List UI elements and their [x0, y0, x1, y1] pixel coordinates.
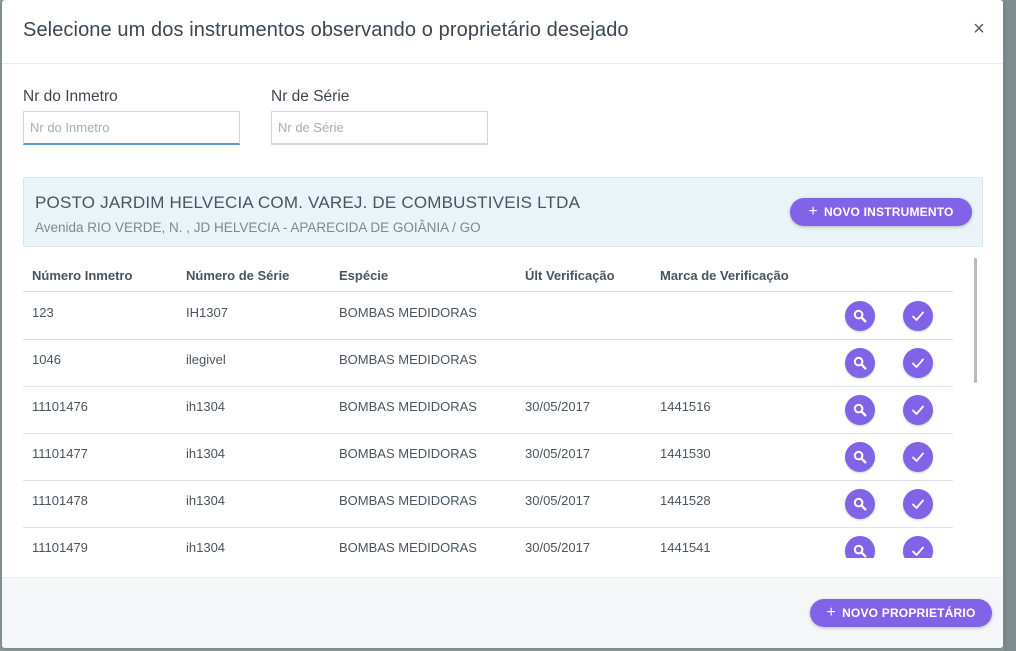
new-owner-button[interactable]: + NOVO PROPRIETÁRIO — [810, 599, 992, 627]
scrollbar-thumb[interactable] — [974, 258, 977, 383]
cell-especie: BOMBAS MEDIDORAS — [339, 399, 477, 414]
check-icon[interactable] — [903, 489, 933, 519]
inmetro-input[interactable] — [23, 111, 240, 145]
close-icon[interactable]: × — [968, 18, 990, 40]
cell-inmetro: 1046 — [32, 352, 61, 367]
instruments-table: Número Inmetro Número de Série Espécie Ú… — [23, 258, 983, 558]
search-icon[interactable] — [845, 442, 875, 472]
header-marca: Marca de Verificação — [660, 268, 789, 283]
owner-name: POSTO JARDIM HELVECIA COM. VAREJ. DE COM… — [35, 193, 581, 212]
cell-marca: 1441516 — [660, 399, 711, 414]
search-icon[interactable] — [845, 348, 875, 378]
search-icon[interactable] — [845, 489, 875, 519]
header-especie: Espécie — [339, 268, 389, 283]
owner-panel: POSTO JARDIM HELVECIA COM. VAREJ. DE COM… — [23, 177, 983, 247]
cell-especie: BOMBAS MEDIDORAS — [339, 493, 477, 508]
select-instrument-modal: Selecione um dos instrumentos observando… — [2, 0, 1003, 648]
modal-header: Selecione um dos instrumentos observando… — [2, 0, 1003, 64]
cell-especie: BOMBAS MEDIDORAS — [339, 352, 477, 367]
serie-label: Nr de Série — [271, 88, 350, 105]
header-serie: Número de Série — [186, 268, 290, 283]
search-icon[interactable] — [845, 301, 875, 331]
new-instrument-button[interactable]: + NOVO INSTRUMENTO — [790, 198, 972, 226]
cell-serie: ih1304 — [186, 540, 226, 555]
cell-inmetro: 11101479 — [32, 540, 88, 555]
cell-especie: BOMBAS MEDIDORAS — [339, 446, 477, 461]
inmetro-label: Nr do Inmetro — [23, 88, 118, 105]
table-scrollbar[interactable] — [972, 258, 978, 558]
cell-verificacao: 30/05/2017 — [525, 493, 591, 508]
table-row: 1046 ilegivel BOMBAS MEDIDORAS — [23, 340, 953, 387]
cell-serie: ih1304 — [186, 399, 226, 414]
cell-especie: BOMBAS MEDIDORAS — [339, 540, 477, 555]
cell-verificacao: 30/05/2017 — [525, 446, 591, 461]
cell-inmetro: 11101476 — [32, 399, 88, 414]
serie-input[interactable] — [271, 111, 488, 145]
plus-icon: + — [808, 203, 818, 220]
cell-especie: BOMBAS MEDIDORAS — [339, 305, 477, 320]
header-inmetro: Número Inmetro — [32, 268, 133, 283]
header-verificacao: Últ Verificação — [525, 268, 615, 283]
check-icon[interactable] — [903, 442, 933, 472]
cell-verificacao: 30/05/2017 — [525, 399, 591, 414]
modal-footer: + NOVO PROPRIETÁRIO — [2, 577, 1003, 648]
table-row: 11101478 ih1304 BOMBAS MEDIDORAS 30/05/2… — [23, 481, 953, 528]
search-icon[interactable] — [845, 395, 875, 425]
table-row: 123 IH1307 BOMBAS MEDIDORAS — [23, 293, 953, 340]
cell-serie: ilegivel — [186, 352, 226, 367]
cell-serie: ih1304 — [186, 446, 226, 461]
check-icon[interactable] — [903, 348, 933, 378]
table-row: 11101477 ih1304 BOMBAS MEDIDORAS 30/05/2… — [23, 434, 953, 481]
cell-marca: 1441541 — [660, 540, 711, 555]
new-owner-label: NOVO PROPRIETÁRIO — [842, 606, 976, 620]
new-instrument-label: NOVO INSTRUMENTO — [823, 205, 954, 219]
check-icon[interactable] — [903, 395, 933, 425]
check-icon[interactable] — [903, 536, 933, 558]
plus-icon: + — [826, 604, 837, 621]
cell-marca: 1441528 — [660, 493, 711, 508]
table-row: 11101479 ih1304 BOMBAS MEDIDORAS 30/05/2… — [23, 528, 953, 558]
table-row: 11101476 ih1304 BOMBAS MEDIDORAS 30/05/2… — [23, 387, 953, 434]
modal-title: Selecione um dos instrumentos observando… — [23, 19, 629, 41]
check-icon[interactable] — [903, 301, 933, 331]
search-icon[interactable] — [845, 536, 875, 558]
cell-marca: 1441530 — [660, 446, 711, 461]
cell-inmetro: 11101477 — [32, 446, 88, 461]
cell-inmetro: 123 — [32, 305, 54, 320]
cell-serie: ih1304 — [186, 493, 226, 508]
cell-verificacao: 30/05/2017 — [525, 540, 591, 555]
table-header: Número Inmetro Número de Série Espécie Ú… — [23, 258, 953, 292]
modal-backdrop — [1004, 0, 1016, 651]
cell-inmetro: 11101478 — [32, 493, 88, 508]
owner-address: Avenida RIO VERDE, N. , JD HELVECIA - AP… — [35, 220, 481, 235]
cell-serie: IH1307 — [186, 305, 228, 320]
